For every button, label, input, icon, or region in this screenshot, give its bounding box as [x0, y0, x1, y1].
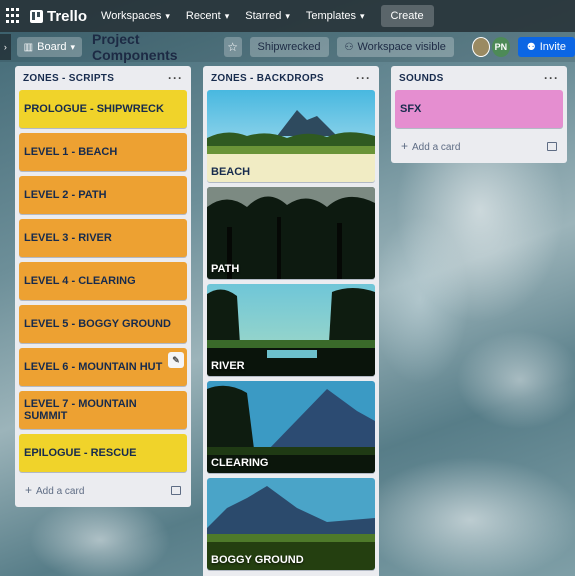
list-title[interactable]: SOUNDS	[399, 73, 444, 84]
card-title: LEVEL 4 - CLEARING	[24, 275, 136, 287]
brand-name: Trello	[47, 7, 88, 25]
trello-logo-icon	[30, 9, 43, 23]
card-title: LEVEL 6 - MOUNTAIN HUT	[24, 361, 163, 373]
card[interactable]: LEVEL 7 - MOUNTAIN SUMMIT	[19, 391, 187, 429]
chevron-down-icon: ▾	[360, 10, 365, 21]
card-title: LEVEL 3 - RIVER	[24, 232, 112, 244]
board-view-label: Board	[37, 41, 67, 53]
card-title: EPILOGUE - RESCUE	[24, 447, 137, 459]
visibility-label: Workspace visible	[357, 41, 446, 53]
card-title: SFX	[400, 103, 422, 115]
card[interactable]: LEVEL 6 - MOUNTAIN HUT ✎	[19, 348, 187, 386]
card[interactable]: EPILOGUE - RESCUE	[19, 434, 187, 472]
card-title: PATH	[211, 263, 240, 275]
list-header[interactable]: ZONES - SCRIPTS ···	[19, 66, 187, 90]
trello-logo[interactable]: Trello	[30, 8, 87, 25]
board-view-switcher[interactable]: ▥ Board ▾	[16, 37, 83, 57]
card[interactable]: BOGGY GROUND	[207, 478, 375, 570]
workspaces-label: Workspaces	[101, 10, 162, 22]
card[interactable]: CLEARING	[207, 381, 375, 473]
card[interactable]: RIVER	[207, 284, 375, 376]
chevron-down-icon: ▾	[285, 10, 290, 21]
card-title: PROLOGUE - SHIPWRECK	[24, 103, 164, 115]
list-zones-backdrops: ZONES - BACKDROPS ··· BEACH PATH RIVER C…	[203, 66, 379, 576]
card[interactable]: LEVEL 2 - PATH	[19, 176, 187, 214]
card-title: LEVEL 2 - PATH	[24, 189, 107, 201]
list-header[interactable]: SOUNDS ···	[395, 66, 563, 90]
visibility-button[interactable]: ⚇ Workspace visible	[336, 37, 454, 57]
templates-label: Templates	[305, 10, 357, 22]
board-view-icon: ▥	[23, 41, 34, 53]
card-title: RIVER	[211, 360, 245, 372]
more-icon[interactable]: ···	[356, 71, 371, 85]
card-title: LEVEL 5 - BOGGY GROUND	[24, 318, 171, 330]
invite-label: Invite	[539, 41, 566, 53]
chevron-down-icon: ▾	[70, 41, 76, 52]
list-header[interactable]: ZONES - BACKDROPS ···	[207, 66, 375, 90]
add-card-button[interactable]: + Add a card	[395, 133, 563, 159]
plus-icon: +	[25, 483, 33, 497]
chevron-down-icon: ▾	[224, 10, 230, 21]
add-user-icon: ⚉	[526, 41, 536, 53]
top-nav: Trello Workspaces ▾ Recent ▾ Starred ▾ T…	[0, 0, 575, 32]
plus-icon: +	[401, 139, 409, 153]
recent-label: Recent	[185, 10, 221, 22]
templates-menu[interactable]: Templates ▾	[306, 10, 365, 22]
list-sounds: SOUNDS ··· SFX + Add a card	[391, 66, 567, 163]
list-title[interactable]: ZONES - BACKDROPS	[211, 73, 324, 84]
avatar[interactable]	[471, 37, 490, 57]
card-template-icon[interactable]	[171, 485, 181, 495]
list-title[interactable]: ZONES - SCRIPTS	[23, 73, 114, 84]
starred-label: Starred	[245, 10, 282, 22]
pencil-icon[interactable]: ✎	[168, 352, 184, 368]
card-title: CLEARING	[211, 457, 269, 469]
starred-menu[interactable]: Starred ▾	[245, 10, 290, 22]
card-title: BOGGY GROUND	[211, 554, 304, 566]
add-card-button[interactable]: + Add a card	[19, 477, 187, 503]
card[interactable]: LEVEL 3 - RIVER	[19, 219, 187, 257]
card-title: LEVEL 1 - BEACH	[24, 146, 118, 158]
workspace-chip[interactable]: Shipwrecked	[249, 37, 329, 57]
people-icon: ⚇	[344, 41, 354, 53]
card[interactable]: LEVEL 4 - CLEARING	[19, 262, 187, 300]
card[interactable]: BEACH	[207, 90, 375, 182]
sidebar-expand-icon[interactable]: ›	[0, 34, 11, 60]
add-card-label: Add a card	[412, 142, 461, 153]
more-icon[interactable]: ···	[544, 71, 559, 85]
board-title[interactable]: Project Components	[92, 31, 214, 63]
card[interactable]: LEVEL 1 - BEACH	[19, 133, 187, 171]
card-template-icon[interactable]	[547, 141, 557, 151]
card[interactable]: PATH	[207, 187, 375, 279]
invite-button[interactable]: ⚉ Invite	[517, 37, 575, 57]
card[interactable]: PROLOGUE - SHIPWRECK	[19, 90, 187, 128]
card[interactable]: SFX	[395, 90, 563, 128]
chevron-down-icon: ▾	[165, 10, 170, 21]
more-icon[interactable]: ···	[168, 71, 183, 85]
recent-menu[interactable]: Recent ▾	[186, 10, 229, 22]
star-icon[interactable]: ☆	[223, 37, 242, 57]
app-switcher-icon[interactable]	[6, 8, 22, 24]
card[interactable]: LEVEL 5 - BOGGY GROUND	[19, 305, 187, 343]
board-header: › ▥ Board ▾ Project Components ☆ Shipwre…	[0, 31, 575, 63]
card-title: BEACH	[211, 166, 251, 178]
workspaces-menu[interactable]: Workspaces ▾	[101, 10, 170, 22]
list-zones-scripts: ZONES - SCRIPTS ··· PROLOGUE - SHIPWRECK…	[15, 66, 191, 507]
card-title: LEVEL 7 - MOUNTAIN SUMMIT	[24, 398, 137, 422]
create-button[interactable]: Create	[380, 5, 434, 27]
add-card-label: Add a card	[36, 486, 85, 497]
member-avatar[interactable]: PN	[491, 37, 510, 57]
